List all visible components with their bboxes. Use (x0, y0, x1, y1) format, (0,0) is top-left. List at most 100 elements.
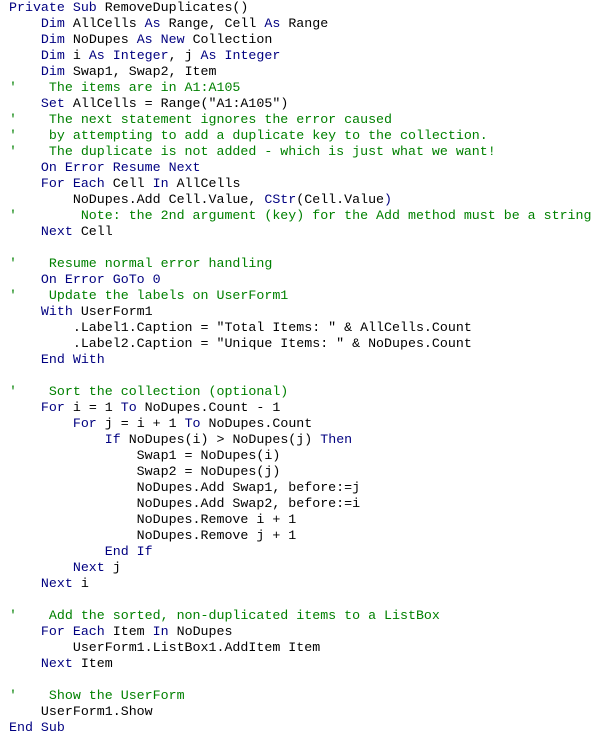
code-line: If NoDupes(i) > NoDupes(j) Then (9, 432, 591, 448)
code-token: NoDupes.Remove i + 1 (9, 512, 297, 527)
code-line: ' The next statement ignores the error c… (9, 112, 591, 128)
code-line: ' Update the labels on UserForm1 (9, 288, 591, 304)
keyword-token: For Each (40, 176, 105, 191)
comment-token: ' Update the labels on UserForm1 (9, 288, 289, 303)
code-token: NoDupes (168, 624, 233, 639)
code-token: NoDupes.Count - 1 (136, 400, 281, 415)
keyword-token: If (104, 432, 121, 447)
keyword-token: On Error Resume Next (40, 160, 201, 175)
comment-token: ' Show the UserForm (9, 688, 185, 703)
keyword-token: Dim (40, 64, 65, 79)
code-line: ' Sort the collection (optional) (9, 384, 591, 400)
code-line: ' by attempting to add a duplicate key t… (9, 128, 591, 144)
code-line: Next Cell (9, 224, 591, 240)
code-token: UserForm1 (72, 304, 153, 319)
keyword-token: On Error GoTo 0 (40, 272, 161, 287)
code-line: On Error Resume Next (9, 160, 591, 176)
code-line: UserForm1.Show (9, 704, 591, 720)
code-token: NoDupes.Add Cell.Value, (9, 192, 265, 207)
code-token: Item (104, 624, 153, 639)
comment-token: ' Resume normal error handling (9, 256, 273, 271)
keyword-token: ) (384, 192, 393, 207)
code-line: ' Note: the 2nd argument (key) for the A… (9, 208, 591, 224)
comment-token: ' The next statement ignores the error c… (9, 112, 393, 127)
code-line: ' Add the sorted, non-duplicated items t… (9, 608, 591, 624)
code-token: AllCells (64, 16, 145, 31)
code-token: Swap2 = NoDupes(j) (9, 464, 281, 479)
keyword-token: In (152, 624, 169, 639)
code-token: UserForm1.ListBox1.AddItem Item (9, 640, 321, 655)
code-line: Swap2 = NoDupes(j) (9, 464, 591, 480)
code-token: , j (168, 48, 201, 63)
code-line: For j = i + 1 To NoDupes.Count (9, 416, 591, 432)
code-line: NoDupes.Add Swap1, before:=j (9, 480, 591, 496)
code-token: Swap1 = NoDupes(i) (9, 448, 281, 463)
code-line: ' The duplicate is not added - which is … (9, 144, 591, 160)
code-line: NoDupes.Add Swap2, before:=i (9, 496, 591, 512)
code-line: Next Item (9, 656, 591, 672)
comment-token: ' Add the sorted, non-duplicated items t… (9, 608, 440, 623)
code-line: End Sub (9, 720, 591, 736)
code-line: Set AllCells = Range("A1:A105") (9, 96, 591, 112)
code-token: i (72, 576, 89, 591)
keyword-token: As New (136, 32, 185, 47)
keyword-token: Next (40, 576, 73, 591)
comment-token: ' by attempting to add a duplicate key t… (9, 128, 488, 143)
code-line: ' Show the UserForm (9, 688, 591, 704)
code-line: Next i (9, 576, 591, 592)
keyword-token: For (40, 400, 65, 415)
keyword-token: Set (40, 96, 65, 111)
code-token: .Label1.Caption = "Total Items: " & AllC… (9, 320, 472, 335)
code-line: On Error GoTo 0 (9, 272, 591, 288)
code-line: Dim NoDupes As New Collection (9, 32, 591, 48)
code-line: End If (9, 544, 591, 560)
code-line: For Each Item In NoDupes (9, 624, 591, 640)
code-line: Dim Swap1, Swap2, Item (9, 64, 591, 80)
keyword-token: Private Sub (9, 0, 97, 15)
keyword-token: CStr (264, 192, 297, 207)
keyword-token: In (152, 176, 169, 191)
code-token: NoDupes (64, 32, 137, 47)
code-token: (Cell.Value (296, 192, 385, 207)
keyword-token: For Each (40, 624, 105, 639)
keyword-token: Dim (40, 16, 65, 31)
keyword-token: Then (320, 432, 353, 447)
keyword-token: End If (104, 544, 153, 559)
code-token: Range, Cell (160, 16, 265, 31)
keyword-token: As (264, 16, 281, 31)
keyword-token: As (144, 16, 161, 31)
code-line: Private Sub RemoveDuplicates() (9, 0, 591, 16)
keyword-token: As Integer (200, 48, 281, 63)
code-line: NoDupes.Remove j + 1 (9, 528, 591, 544)
code-token: NoDupes.Count (200, 416, 313, 431)
code-token: NoDupes.Add Swap1, before:=j (9, 480, 361, 495)
code-line: For i = 1 To NoDupes.Count - 1 (9, 400, 591, 416)
keyword-token: Dim (40, 32, 65, 47)
comment-token: ' The duplicate is not added - which is … (9, 144, 496, 159)
code-line: .Label2.Caption = "Unique Items: " & NoD… (9, 336, 591, 352)
code-line: Next j (9, 560, 591, 576)
code-line: For Each Cell In AllCells (9, 176, 591, 192)
keyword-token: To (120, 400, 137, 415)
code-line: Dim AllCells As Range, Cell As Range (9, 16, 591, 32)
code-line: End With (9, 352, 591, 368)
code-token: NoDupes.Add Swap2, before:=i (9, 496, 361, 511)
keyword-token: End Sub (9, 720, 65, 735)
